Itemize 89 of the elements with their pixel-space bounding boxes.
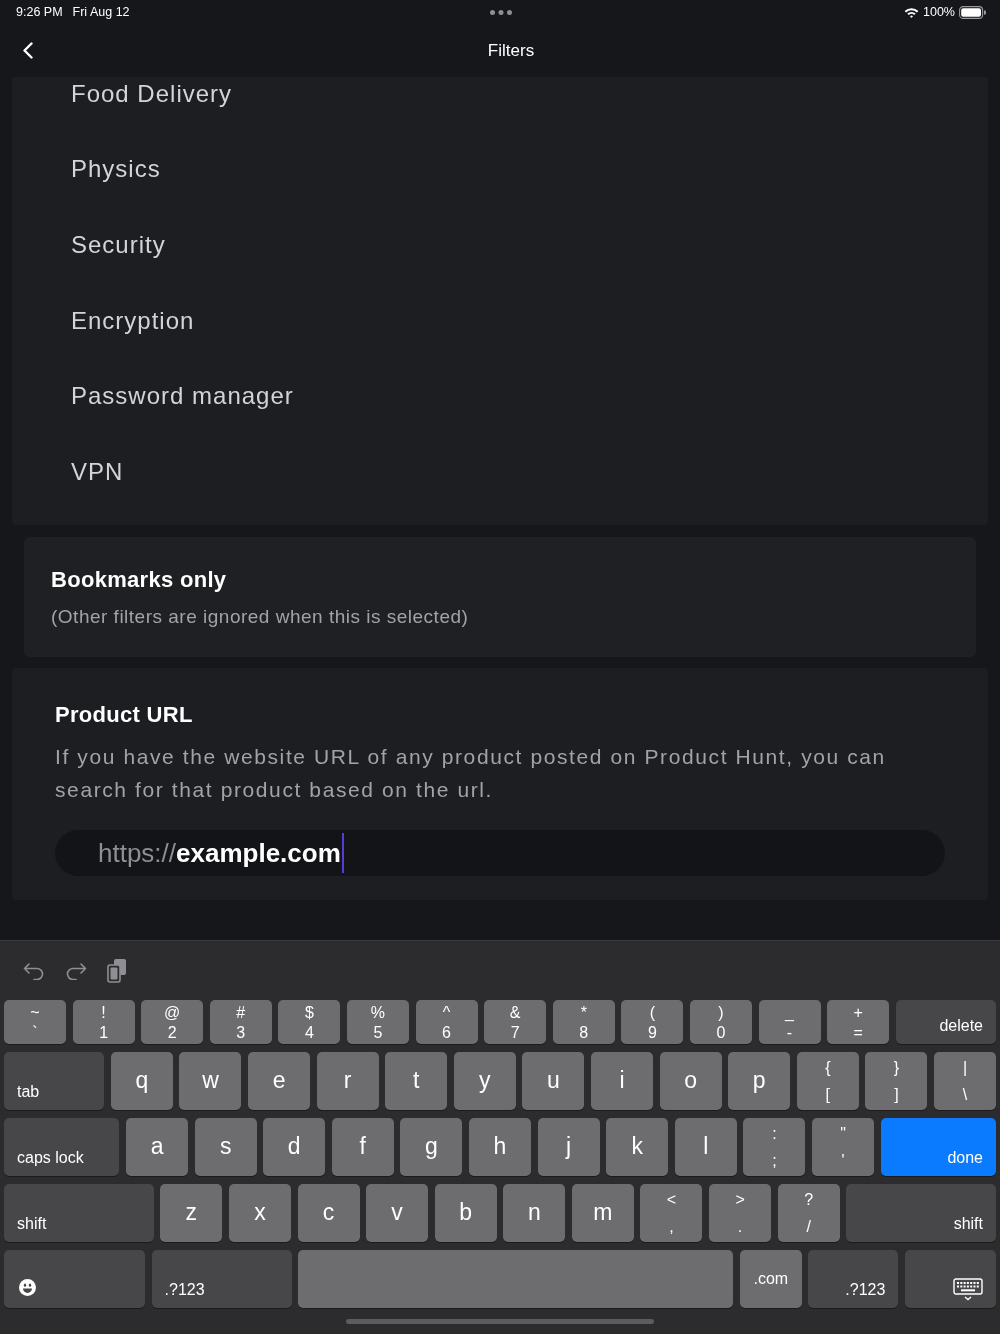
status-date: Fri Aug 12	[72, 5, 130, 19]
url-input-field[interactable]: https://example.com	[55, 830, 945, 876]
keyboard-key[interactable]: ( 9	[621, 1000, 684, 1044]
keyboard-key[interactable]: z	[160, 1183, 223, 1242]
keyboard-key[interactable]: o	[659, 1051, 722, 1110]
section-title: Product URL	[55, 702, 193, 728]
keyboard-key[interactable]: : ;	[743, 1117, 806, 1176]
keyboard-key[interactable]: a	[126, 1117, 189, 1176]
keyboard-key[interactable]: x	[228, 1183, 291, 1242]
topic-item[interactable]: Encryption	[71, 306, 195, 335]
url-prefix: https://	[98, 837, 177, 869]
redo-button[interactable]	[65, 961, 87, 980]
keyboard-key[interactable]: l	[674, 1117, 737, 1176]
topic-item[interactable]: Food Delivery	[71, 79, 233, 108]
option-note: (Other filters are ignored when this is selected)	[51, 605, 469, 629]
keyboard-key[interactable]: ) 0	[689, 1000, 752, 1044]
done-key[interactable]: done	[880, 1117, 996, 1176]
text-cursor	[341, 833, 344, 873]
page-title: Filters	[487, 40, 535, 61]
keyboard-key[interactable]: ? /	[777, 1183, 840, 1242]
shift-key[interactable]: shift	[4, 1183, 154, 1242]
keyboard-key[interactable]: f	[331, 1117, 394, 1176]
keyboard-key[interactable]: } ]	[865, 1051, 928, 1110]
clipboard-icon	[107, 958, 127, 983]
keyboard-key[interactable]: c	[297, 1183, 360, 1242]
topic-item[interactable]: VPN	[71, 457, 124, 486]
keyboard-key[interactable]: v	[366, 1183, 429, 1242]
dismiss-keyboard-key[interactable]	[905, 1249, 996, 1308]
tab-key[interactable]: tab	[4, 1051, 105, 1110]
keyboard-key[interactable]: + =	[827, 1000, 890, 1044]
shift-key[interactable]: shift	[846, 1183, 996, 1242]
battery-icon	[959, 5, 986, 19]
undo-button[interactable]	[23, 961, 45, 980]
topic-item[interactable]: Password manager	[71, 382, 294, 411]
smiley-icon	[19, 1279, 36, 1296]
keyboard-key[interactable]: > .	[709, 1183, 772, 1242]
caps-lock-key[interactable]: caps lock	[4, 1117, 120, 1176]
delete-key[interactable]: delete	[895, 1000, 996, 1044]
keyboard-key[interactable]: ~ `	[4, 1000, 66, 1044]
back-button[interactable]	[22, 42, 34, 59]
keyboard-key[interactable]: e	[248, 1051, 311, 1110]
keyboard-key[interactable]: ^ 6	[415, 1000, 478, 1044]
keyboard-key[interactable]: j	[537, 1117, 600, 1176]
keyboard-key[interactable]: * 8	[552, 1000, 615, 1044]
undo-icon	[23, 961, 45, 980]
keyboard-key[interactable]: i	[591, 1051, 654, 1110]
numbers-key[interactable]: .?123	[808, 1249, 899, 1308]
keyboard-key[interactable]: _ -	[758, 1000, 821, 1044]
keyboard-key[interactable]: d	[263, 1117, 326, 1176]
keyboard-key[interactable]: t	[385, 1051, 448, 1110]
keyboard-key[interactable]: m	[571, 1183, 634, 1242]
wifi-icon	[904, 6, 919, 18]
more-dots-icon[interactable]	[490, 9, 512, 15]
keyboard-key[interactable]: b	[434, 1183, 497, 1242]
domain-key[interactable]: .com	[739, 1249, 802, 1308]
keyboard-key[interactable]: @ 2	[141, 1000, 204, 1044]
topic-item[interactable]: Physics	[71, 155, 161, 184]
keyboard-key[interactable]: g	[400, 1117, 463, 1176]
keyboard-key[interactable]: % 5	[346, 1000, 409, 1044]
keyboard-key[interactable]: & 7	[484, 1000, 547, 1044]
keyboard-key[interactable]: y	[453, 1051, 516, 1110]
section-description: If you have the website URL of any product posted on Product Hunt, you can search for that product based on the url.	[55, 744, 887, 803]
bookmarks-option-card[interactable]: Bookmarks only (Other filters are ignored when this is selected)	[24, 537, 976, 657]
paste-button[interactable]	[107, 958, 127, 983]
back-chevron-icon	[22, 42, 34, 59]
keyboard-key[interactable]: { [	[796, 1051, 859, 1110]
keyboard-key[interactable]: " '	[811, 1117, 874, 1176]
battery-percent: 100%	[923, 5, 955, 19]
keyboard-key[interactable]: | \	[934, 1051, 996, 1110]
keyboard-key[interactable]: < ,	[640, 1183, 703, 1242]
keyboard-key[interactable]: h	[469, 1117, 531, 1176]
keyboard-key[interactable]: u	[522, 1051, 585, 1110]
redo-icon	[65, 961, 87, 980]
topic-item[interactable]: Security	[71, 231, 166, 259]
keyboard-key[interactable]: r	[316, 1051, 379, 1110]
keyboard-key[interactable]: k	[606, 1117, 669, 1176]
keyboard-key[interactable]: w	[179, 1051, 242, 1110]
keyboard-key[interactable]: ! 1	[72, 1000, 135, 1044]
keyboard-key[interactable]: $ 4	[278, 1000, 341, 1044]
status-time: 9:26 PM	[16, 5, 63, 19]
keyboard-key[interactable]: q	[110, 1051, 173, 1110]
emoji-key[interactable]	[4, 1249, 145, 1308]
option-title: Bookmarks only	[51, 567, 227, 593]
keyboard-key[interactable]: p	[728, 1051, 791, 1110]
numbers-key[interactable]: .?123	[151, 1249, 292, 1308]
keyboard-key[interactable]: # 3	[209, 1000, 272, 1044]
keyboard-icon	[953, 1278, 983, 1301]
keyboard-key[interactable]: n	[503, 1183, 566, 1242]
keyboard-key[interactable]: s	[194, 1117, 257, 1176]
